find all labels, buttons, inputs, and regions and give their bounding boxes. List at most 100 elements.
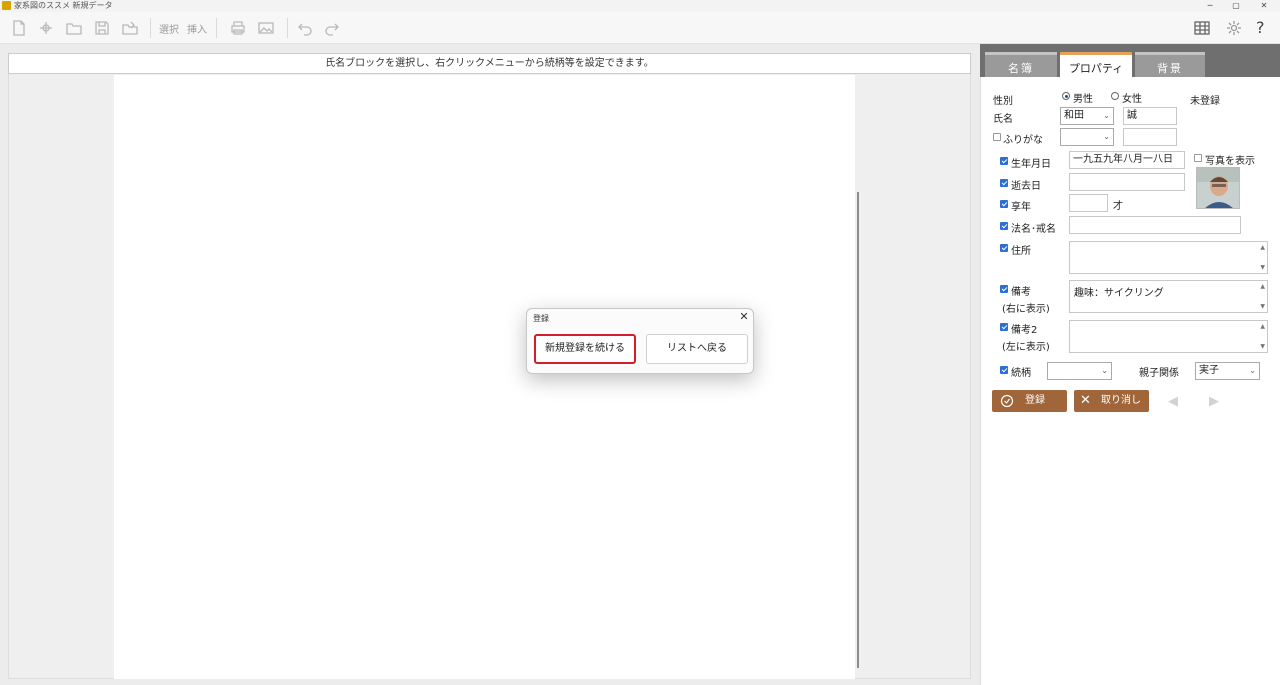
- save-as-icon[interactable]: [121, 19, 139, 37]
- note-textarea[interactable]: 趣味：サイクリング ▲ ▼: [1069, 280, 1268, 313]
- note-label: 備考: [1011, 287, 1031, 298]
- furigana-checkbox[interactable]: [993, 133, 1001, 141]
- chevron-down-icon: ⌄: [1101, 366, 1108, 375]
- cancel-button-label: 取り消し: [1101, 395, 1141, 406]
- male-radio[interactable]: [1062, 92, 1070, 100]
- toolbar: 選択 挿入 ?: [0, 12, 1280, 44]
- female-label: 女性: [1122, 94, 1142, 105]
- close-icon: ✕: [1080, 393, 1091, 408]
- toolbar-separator: [287, 18, 288, 38]
- furigana-label: ふりがな: [1003, 135, 1043, 146]
- female-radio[interactable]: [1111, 92, 1119, 100]
- age-unit: 才: [1113, 201, 1123, 212]
- scroll-up-icon[interactable]: ▲: [1260, 323, 1265, 330]
- tab-roster[interactable]: 名簿: [985, 52, 1057, 77]
- open-folder-icon[interactable]: [65, 19, 83, 37]
- grid-view-icon[interactable]: [1193, 19, 1211, 37]
- save-icon[interactable]: [93, 19, 111, 37]
- posthumous-name-label: 法名･戒名: [1011, 224, 1056, 235]
- family-tree-page[interactable]: [114, 75, 855, 679]
- posthumous-name-input[interactable]: [1069, 216, 1241, 234]
- canvas-vertical-scrollbar[interactable]: [857, 192, 859, 668]
- dialog-title: 登録: [533, 314, 549, 323]
- dialog-close-button[interactable]: ✕: [737, 310, 751, 324]
- furigana-given-input[interactable]: [1123, 128, 1177, 146]
- note-value: 趣味：サイクリング: [1074, 288, 1164, 299]
- registration-status: 未登録: [1190, 96, 1220, 107]
- given-name-input[interactable]: 誠: [1123, 107, 1177, 125]
- toolbar-separator: [150, 18, 151, 38]
- gender-label: 性別: [993, 96, 1013, 107]
- birth-date-label: 生年月日: [1011, 159, 1051, 170]
- scroll-down-icon[interactable]: ▼: [1260, 343, 1265, 350]
- help-icon[interactable]: ?: [1256, 18, 1265, 37]
- parent-relation-select[interactable]: 実子 ⌄: [1195, 362, 1260, 380]
- note-checkbox[interactable]: [1000, 285, 1008, 293]
- address-textarea[interactable]: ▲ ▼: [1069, 241, 1268, 274]
- window-title: 家系図のススメ 新規データ: [14, 1, 113, 10]
- show-photo-checkbox[interactable]: [1194, 154, 1202, 162]
- parent-relation-label: 親子関係: [1139, 368, 1179, 379]
- scroll-up-icon[interactable]: ▲: [1260, 283, 1265, 290]
- note2-label: 備考2: [1011, 325, 1038, 336]
- toolbar-separator: [216, 18, 217, 38]
- age-label: 享年: [1011, 202, 1031, 213]
- maximize-button[interactable]: ▢: [1222, 0, 1250, 12]
- continue-new-registration-button[interactable]: 新規登録を続ける: [534, 334, 636, 364]
- address-label: 住所: [1011, 246, 1031, 257]
- app-icon: [2, 1, 11, 10]
- note2-sub-label: (左に表示): [1002, 342, 1050, 353]
- address-checkbox[interactable]: [1000, 244, 1008, 252]
- title-bar: 家系図のススメ 新規データ ─ ▢ ✕: [0, 0, 1280, 12]
- note2-textarea[interactable]: ▲ ▼: [1069, 320, 1268, 353]
- register-button[interactable]: 登録: [992, 390, 1067, 412]
- add-person-icon[interactable]: [37, 19, 55, 37]
- parent-relation-value: 実子: [1199, 365, 1219, 376]
- scroll-up-icon[interactable]: ▲: [1260, 244, 1265, 251]
- redo-icon[interactable]: [323, 19, 341, 37]
- next-arrow-icon[interactable]: ▶: [1209, 394, 1219, 409]
- return-to-list-button[interactable]: リストへ戻る: [646, 334, 748, 364]
- birth-date-input[interactable]: 一九五九年八月一八日: [1069, 151, 1185, 169]
- tab-properties[interactable]: プロパティ: [1060, 52, 1132, 78]
- furigana-surname-select[interactable]: ⌄: [1060, 128, 1114, 146]
- scroll-down-icon[interactable]: ▼: [1260, 264, 1265, 271]
- posthumous-name-checkbox[interactable]: [1000, 222, 1008, 230]
- register-button-label: 登録: [1025, 395, 1045, 406]
- register-dialog: 登録 ✕ 新規登録を続ける リストへ戻る: [526, 308, 754, 374]
- chevron-down-icon: ⌄: [1103, 132, 1110, 141]
- surname-select[interactable]: 和田 ⌄: [1060, 107, 1114, 125]
- death-date-checkbox[interactable]: [1000, 179, 1008, 187]
- birth-date-checkbox[interactable]: [1000, 157, 1008, 165]
- chevron-down-icon: ⌄: [1249, 366, 1256, 375]
- insert-tool[interactable]: 挿入: [187, 21, 207, 36]
- minimize-button[interactable]: ─: [1196, 0, 1224, 12]
- close-window-button[interactable]: ✕: [1250, 0, 1278, 12]
- death-date-input[interactable]: [1069, 173, 1185, 191]
- chevron-down-icon: ⌄: [1103, 111, 1110, 120]
- undo-icon[interactable]: [296, 19, 314, 37]
- surname-value: 和田: [1064, 110, 1084, 121]
- age-input[interactable]: [1069, 194, 1108, 212]
- portrait-photo[interactable]: [1196, 167, 1240, 209]
- age-checkbox[interactable]: [1000, 200, 1008, 208]
- print-icon[interactable]: [229, 19, 247, 37]
- select-tool[interactable]: 選択: [159, 21, 179, 36]
- show-photo-label: 写真を表示: [1205, 156, 1255, 167]
- image-export-icon[interactable]: [257, 19, 275, 37]
- note-sub-label: (右に表示): [1002, 304, 1050, 315]
- male-label: 男性: [1073, 94, 1093, 105]
- previous-arrow-icon[interactable]: ◀: [1168, 394, 1178, 409]
- relation-select[interactable]: ⌄: [1047, 362, 1112, 380]
- note2-checkbox[interactable]: [1000, 323, 1008, 331]
- name-label: 氏名: [993, 114, 1013, 125]
- gear-icon[interactable]: [1225, 19, 1243, 37]
- cancel-button[interactable]: ✕ 取り消し: [1074, 390, 1149, 412]
- relation-label: 続柄: [1011, 368, 1031, 379]
- new-file-icon[interactable]: [10, 19, 28, 37]
- canvas-hint: 氏名ブロックを選択し、右クリックメニューから続柄等を設定できます。: [8, 53, 971, 74]
- tab-background[interactable]: 背景: [1135, 52, 1205, 77]
- scroll-down-icon[interactable]: ▼: [1260, 303, 1265, 310]
- relation-checkbox[interactable]: [1000, 366, 1008, 374]
- check-circle-icon: [1000, 390, 1014, 421]
